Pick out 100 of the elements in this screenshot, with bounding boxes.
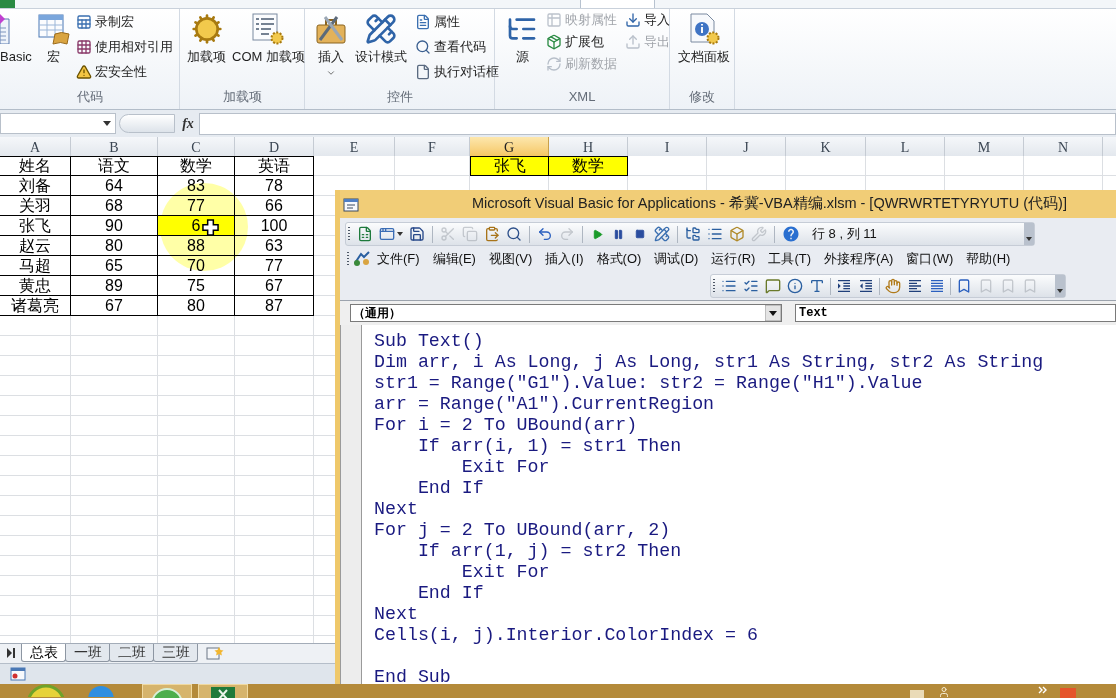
paste-icon[interactable] xyxy=(484,226,500,242)
spreadsheet-cell: 张飞 xyxy=(0,216,71,236)
expand-handle-icon[interactable] xyxy=(119,114,175,133)
menu-item[interactable]: 视图(V) xyxy=(488,249,533,269)
list-icon[interactable] xyxy=(721,278,737,294)
window-icon[interactable] xyxy=(379,226,395,242)
grip-icon[interactable] xyxy=(348,226,351,242)
cursor-icon xyxy=(202,219,219,236)
ribbon-button[interactable]: 插入 xyxy=(315,9,347,78)
sheet-tab[interactable]: 一班 xyxy=(65,644,110,662)
lines-icon[interactable] xyxy=(907,278,923,294)
code-line: Sub Text() xyxy=(374,331,484,352)
pencil-ruler-icon[interactable] xyxy=(654,226,670,242)
sheet-tab[interactable]: 总表 xyxy=(21,644,66,662)
column-header[interactable]: D xyxy=(235,137,314,159)
spreadsheet-cell: 64 xyxy=(71,176,158,196)
ribbon-small-button[interactable]: 执行对话框 xyxy=(415,62,499,82)
spreadsheet-cell: 赵云 xyxy=(0,236,71,256)
folder-tree-icon[interactable] xyxy=(685,226,701,242)
code-editor[interactable] xyxy=(362,325,1116,684)
spreadsheet-icon[interactable] xyxy=(357,226,373,242)
list-checks-icon[interactable] xyxy=(743,278,759,294)
stop-icon[interactable] xyxy=(635,229,645,239)
menu-item[interactable]: 文件(F) xyxy=(377,249,420,269)
column-header[interactable]: N xyxy=(1024,137,1103,159)
document-icon xyxy=(415,14,431,30)
menu-item[interactable]: 编辑(E) xyxy=(432,249,476,269)
toolbar-options-icon[interactable] xyxy=(1055,275,1065,297)
toolbar-options-icon[interactable] xyxy=(1024,223,1034,245)
search-icon[interactable] xyxy=(506,226,522,242)
object-dropdown[interactable]: （通用） xyxy=(350,304,782,322)
ribbon-button[interactable]: 文档面板 xyxy=(678,9,730,65)
header-cell: 数学 xyxy=(158,156,235,176)
ribbon-button[interactable]: COM 加载项 xyxy=(232,9,305,65)
menu-item[interactable]: 窗口(W) xyxy=(906,249,954,269)
list-icon[interactable] xyxy=(707,226,723,242)
sheet-tab[interactable]: 二班 xyxy=(109,644,154,662)
letter-icon[interactable] xyxy=(809,278,825,294)
pause-icon[interactable] xyxy=(613,228,624,240)
caret-icon[interactable] xyxy=(397,232,403,236)
undo-icon[interactable] xyxy=(537,226,553,242)
menu-item[interactable]: 帮助(H) xyxy=(966,249,1011,269)
code-line: str1 = Range("G1").Value: str2 = Range("H1").Value xyxy=(374,373,923,394)
play-icon[interactable] xyxy=(592,228,603,240)
help-icon[interactable] xyxy=(782,225,800,243)
formula-input[interactable] xyxy=(199,112,1116,135)
ribbon-button[interactable]: 设计模式 xyxy=(355,9,407,65)
caret-icon[interactable] xyxy=(103,121,111,126)
column-header[interactable]: E xyxy=(314,137,395,159)
bookmark-icon[interactable] xyxy=(956,278,972,294)
menu-item[interactable]: 调试(D) xyxy=(654,249,699,269)
procedure-dropdown[interactable]: Text xyxy=(795,304,1116,322)
download-icon xyxy=(625,12,641,28)
column-header[interactable]: H xyxy=(549,137,628,159)
column-header[interactable]: J xyxy=(707,137,786,159)
spreadsheet-cell: 65 xyxy=(71,256,158,276)
spreadsheet-cell: 诸葛亮 xyxy=(0,296,71,316)
ribbon-small-button[interactable]: 使用相对引用 xyxy=(75,37,173,57)
ribbon-button[interactable]: 宏 xyxy=(37,9,70,65)
save-icon[interactable] xyxy=(409,226,425,242)
column-header[interactable]: K xyxy=(786,137,866,159)
ribbon-small-button[interactable]: 宏安全性 xyxy=(75,62,173,82)
sheet-tab[interactable]: 三班 xyxy=(153,644,198,662)
column-header[interactable]: G xyxy=(470,137,549,159)
menu-item[interactable]: 运行(R) xyxy=(711,249,756,269)
ribbon-small-button[interactable]: 扩展包 xyxy=(546,32,617,52)
taskbar-button[interactable] xyxy=(198,684,248,698)
ribbon-small-button[interactable]: 录制宏 xyxy=(75,12,173,32)
box-icon[interactable] xyxy=(729,226,745,242)
column-header[interactable]: C xyxy=(158,137,235,159)
insert-function-button[interactable]: fx xyxy=(179,113,197,134)
outdent-icon[interactable] xyxy=(858,278,874,294)
menu-item[interactable]: 格式(O) xyxy=(596,249,642,269)
menu-item[interactable]: 工具(T) xyxy=(768,249,812,269)
column-header[interactable]: L xyxy=(866,137,945,159)
column-header[interactable]: F xyxy=(395,137,470,159)
spreadsheet-cell: 83 xyxy=(158,176,235,196)
skip-end-icon[interactable] xyxy=(6,648,16,658)
indent-icon[interactable] xyxy=(836,278,852,294)
lines-icon[interactable] xyxy=(929,278,945,294)
ribbon-button[interactable]: 加载项 xyxy=(187,9,226,65)
column-header[interactable]: I xyxy=(628,137,707,159)
grip-icon[interactable] xyxy=(713,278,716,294)
double-chevron-icon[interactable] xyxy=(1038,686,1048,694)
menu-item[interactable]: 插入(I) xyxy=(545,249,584,269)
ribbon-small-button[interactable]: 导入 xyxy=(625,10,670,30)
hand-icon[interactable] xyxy=(885,278,901,294)
column-header[interactable]: M xyxy=(945,137,1024,159)
ribbon-small-button[interactable]: 属性 xyxy=(415,12,499,32)
spreadsheet-cell: 89 xyxy=(71,276,158,296)
column-header[interactable]: A xyxy=(0,137,71,159)
ribbon-button[interactable]: Basic xyxy=(0,9,32,65)
ribbon-button[interactable]: 源 xyxy=(506,9,538,65)
ribbon-small-button[interactable]: 查看代码 xyxy=(415,37,499,57)
menu-item[interactable]: 外接程序(A) xyxy=(824,249,894,269)
macro-record-icon[interactable] xyxy=(10,667,26,681)
info-icon[interactable] xyxy=(787,278,803,294)
dropdown-arrow-icon[interactable] xyxy=(765,305,781,321)
speech-bubble-icon[interactable] xyxy=(765,278,781,294)
grip-icon[interactable] xyxy=(347,251,350,267)
